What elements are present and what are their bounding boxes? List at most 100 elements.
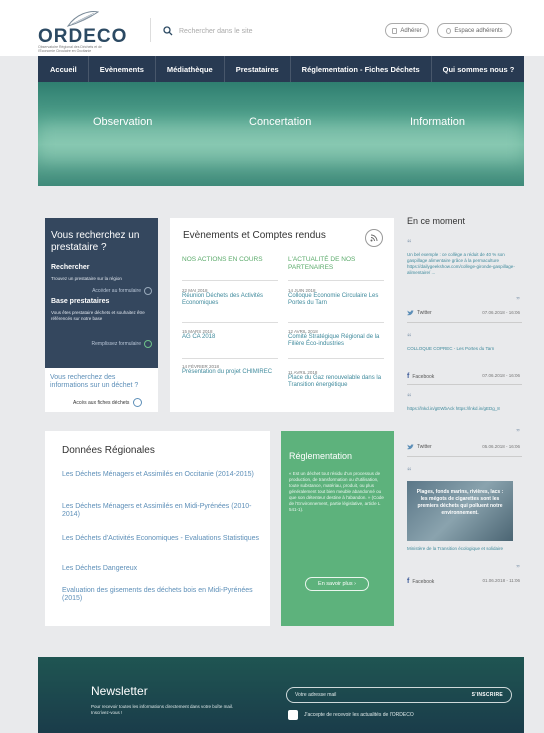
hero-word-information: Information	[410, 116, 466, 128]
event-item[interactable]: 22 MAI 2018 Réunion Déchets des Activité…	[182, 288, 278, 307]
join-button[interactable]: Adhérer	[385, 23, 429, 38]
regional-link[interactable]: Les Déchets Ménagers et Assimilés en Mid…	[62, 503, 262, 519]
event-item[interactable]: 14 JUIN 2018 Colloque Economie Circulair…	[288, 288, 384, 307]
nav-item-mediatheque[interactable]: Médiathèque	[156, 56, 225, 82]
event-item[interactable]: 15 MARS 2018 AG CA 2018	[182, 329, 278, 341]
feed-post-text[interactable]: https://lnkd.in/gEWbAck https://lnkd.in/…	[407, 406, 522, 412]
hero-word-concertation: Concertation	[249, 116, 312, 128]
regional-link[interactable]: Evaluation des gisements des déchets boi…	[62, 587, 262, 603]
logo-tagline: Observatoire Régional des Déchets et de …	[38, 45, 103, 53]
newsletter-section: Newsletter Pour recevoir toutes les info…	[38, 657, 524, 733]
feed-post-text[interactable]: Ministère de la Transition écologique et…	[407, 546, 522, 552]
search-provider-link[interactable]: Accéder au formulaire	[92, 287, 152, 295]
logo[interactable]: ORDECO Observatoire Régional des Déchets…	[38, 10, 134, 54]
read-more-button[interactable]: En savoir plus ›	[305, 577, 369, 591]
newsletter-email-placeholder[interactable]: Votre adresse mail	[295, 692, 336, 698]
events-panel: Evènements et Comptes rendus NOS ACTIONS…	[170, 218, 394, 412]
document-icon	[392, 27, 398, 34]
provider-panel-title: Vous recherchez un prestataire ?	[51, 230, 140, 253]
regional-data-panel: Données Régionales Les Déchets Ménagers …	[45, 431, 270, 626]
facebook-icon: f	[407, 373, 410, 380]
newsletter-email-field[interactable]: Votre adresse mail S'INSCRIRE	[286, 687, 512, 703]
search-box[interactable]: Rechercher dans le site	[163, 24, 333, 38]
join-button-label: Adhérer	[400, 27, 422, 34]
nav-item-prestataires[interactable]: Prestataires	[225, 56, 291, 82]
regional-link[interactable]: Les Déchets d'Activités Economiques - Ev…	[62, 535, 262, 543]
regional-data-title: Données Régionales	[62, 445, 155, 456]
divider	[182, 322, 278, 323]
hero-word-observation: Observation	[93, 116, 153, 128]
subscribe-button[interactable]: S'INSCRIRE	[472, 692, 503, 698]
main-nav: Accueil Evènements Médiathèque Prestatai…	[38, 56, 524, 82]
event-item[interactable]: 14 FÉVRIER 2018 Présentation du projet C…	[182, 364, 278, 376]
feed-title: En ce moment	[407, 216, 466, 226]
provider-panel: Vous recherchez un prestataire ? Recherc…	[45, 218, 158, 368]
divider	[407, 384, 522, 385]
feed-post-source[interactable]: Twitter	[407, 310, 432, 316]
event-link[interactable]: AG CA 2018	[182, 334, 278, 341]
quote-close-icon: ”	[516, 564, 520, 573]
waste-info-title: Vous recherchez des informations sur un …	[50, 374, 139, 389]
feed-post-source[interactable]: f Facebook	[407, 578, 434, 585]
site-header: ORDECO Observatoire Régional des Déchets…	[0, 0, 544, 56]
event-item[interactable]: 11 AVRIL 2018 Place du Gaz renouvelable …	[288, 370, 384, 389]
event-item[interactable]: 12 AVRIL 2018 Comité Stratégique Régiona…	[288, 329, 384, 348]
divider	[182, 280, 278, 281]
quote-open-icon: “	[407, 238, 412, 248]
hero-glow	[38, 122, 524, 162]
feed-post-source[interactable]: f Facebook	[407, 373, 434, 380]
event-link[interactable]: Place du Gaz renouvelable dans la Transi…	[288, 375, 384, 389]
user-icon	[446, 27, 452, 34]
reglementation-panel: Réglementation « Est un déchet tout rési…	[281, 431, 394, 626]
waste-info-panel: Vous recherchez des informations sur un …	[45, 368, 158, 412]
feed-post-source[interactable]: Twitter	[407, 444, 432, 450]
newsletter-subtitle: Pour recevoir toutes les informations di…	[91, 704, 234, 715]
event-link[interactable]: Colloque Economie Circulaire Les Portes …	[288, 293, 384, 307]
twitter-icon	[407, 310, 414, 316]
feed-post-date: 07.06.2018 - 16:06	[482, 310, 520, 315]
members-area-button[interactable]: Espace adhérents	[437, 23, 512, 38]
quote-open-icon: “	[407, 466, 412, 476]
nav-item-qui-sommes-nous[interactable]: Qui sommes nous ?	[432, 56, 526, 82]
feed-post-source-label: Twitter	[417, 310, 432, 316]
members-area-button-label: Espace adhérents	[454, 27, 503, 34]
feed-post-source-label: Twitter	[417, 444, 432, 450]
arrow-circle-icon	[144, 340, 152, 348]
feed-post-text[interactable]: Un bel exemple : ce collège a réduit de …	[407, 252, 522, 276]
nav-item-reglementation[interactable]: Réglementation - Fiches Déchets	[291, 56, 432, 82]
header-divider	[150, 18, 151, 42]
feed-post-image[interactable]: Plages, fonds marins, rivières, lacs : l…	[407, 481, 513, 541]
nav-item-accueil[interactable]: Accueil	[38, 56, 89, 82]
consent-checkbox[interactable]	[288, 710, 298, 720]
divider	[288, 280, 384, 281]
event-link[interactable]: Comité Stratégique Régional de la Filièr…	[288, 334, 384, 348]
regional-link[interactable]: Les Déchets Ménagers et Assimilés en Occ…	[62, 471, 262, 479]
feed-post-date: 05.06.2018 - 16:06	[482, 444, 520, 449]
rss-icon	[370, 234, 378, 242]
feed-post-date: 07.06.2018 - 16:06	[482, 373, 520, 378]
provider-form-link[interactable]: Remplissez formulaire	[92, 340, 152, 348]
waste-sheets-link[interactable]: Accès aux fiches déchets	[73, 398, 143, 407]
feed-post-source-label: Facebook	[412, 373, 435, 380]
divider	[288, 322, 384, 323]
event-link[interactable]: Réunion Déchets des Activités Economique…	[182, 293, 278, 307]
search-icon[interactable]	[163, 26, 173, 36]
search-provider-link-label: Accéder au formulaire	[92, 288, 141, 294]
provider-base-text: Vous êtes prestataire déchets et souhait…	[51, 310, 145, 321]
arrow-circle-icon	[144, 287, 152, 295]
divider	[288, 358, 384, 359]
regional-link[interactable]: Les Déchets Dangereux	[62, 565, 262, 573]
rss-button[interactable]	[365, 229, 383, 247]
divider	[407, 322, 522, 323]
provider-base-heading: Base prestataires	[51, 298, 110, 305]
our-actions-heading: NOS ACTIONS EN COURS	[182, 256, 263, 263]
newsletter-title: Newsletter	[91, 684, 148, 698]
quote-close-icon: ”	[516, 296, 520, 305]
event-link[interactable]: Présentation du projet CHIMIREC	[182, 369, 278, 376]
nav-item-evenements[interactable]: Evènements	[89, 56, 156, 82]
provider-form-link-label: Remplissez formulaire	[91, 341, 141, 347]
feed-post-text[interactable]: COLLOQUE COPREC - Les Portes du Tarn	[407, 346, 522, 352]
quote-close-icon: ”	[516, 428, 520, 437]
events-title: Evènements et Comptes rendus	[183, 230, 326, 241]
search-input[interactable]: Rechercher dans le site	[179, 28, 253, 35]
